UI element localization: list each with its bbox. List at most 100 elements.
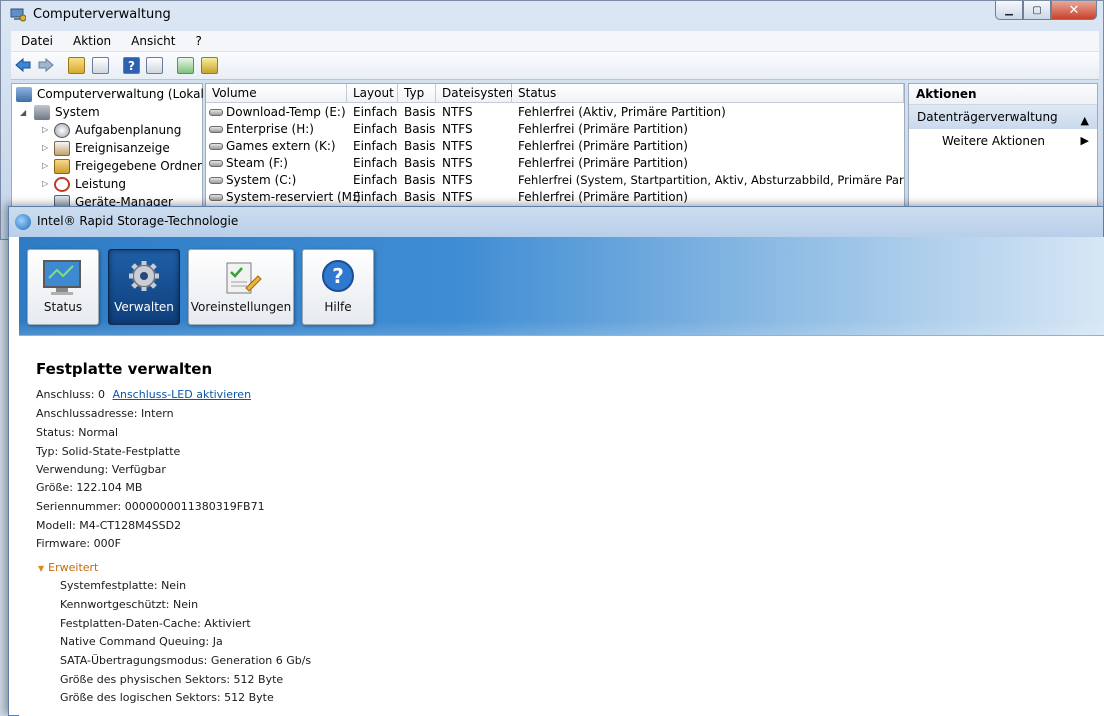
expand-icon[interactable]: ▷ bbox=[42, 143, 48, 152]
rst-window-title: Intel® Rapid Storage-Technologie bbox=[37, 214, 239, 228]
volume-name: Steam (F:) bbox=[226, 156, 288, 170]
gear-icon bbox=[129, 261, 159, 291]
close-button[interactable]: ✕ bbox=[1051, 1, 1097, 20]
column-header-filesystem[interactable]: Dateisystem bbox=[436, 84, 517, 103]
rst-window: Intel® Rapid Storage-Technologie Status bbox=[8, 206, 1104, 716]
drive-icon bbox=[209, 126, 223, 133]
property-status: Status: Normal bbox=[36, 426, 119, 439]
rst-titlebar[interactable]: Intel® Rapid Storage-Technologie bbox=[9, 207, 1103, 237]
tree-item-shared-folders[interactable]: Freigegebene Ordner bbox=[54, 157, 202, 175]
port-label: Anschluss: 0 bbox=[36, 388, 105, 401]
cv-menubar: Datei Aktion Ansicht ? bbox=[11, 31, 1099, 51]
nav-preferences-button[interactable]: Voreinstellungen bbox=[188, 249, 294, 325]
volume-status: Fehlerfrei (Primäre Partition) bbox=[518, 122, 688, 136]
table-row[interactable]: Games extern (K:) Einfach Basis NTFS Feh… bbox=[206, 138, 904, 155]
tree-item-system-label: System bbox=[55, 105, 100, 119]
tree-item-system[interactable]: System bbox=[34, 103, 100, 121]
maximize-icon: ▢ bbox=[1032, 4, 1042, 16]
advanced-logical-sector: Größe des logischen Sektors: 512 Byte bbox=[60, 691, 274, 704]
tree-item-label: Ereignisanzeige bbox=[75, 141, 170, 155]
more-actions-item[interactable]: Weitere Aktionen ▶ bbox=[909, 129, 1097, 153]
drive-icon bbox=[209, 194, 223, 201]
close-icon: ✕ bbox=[1068, 2, 1080, 18]
tree-item-event-viewer[interactable]: Ereignisanzeige bbox=[54, 139, 170, 157]
tree-item-task-scheduler[interactable]: Aufgabenplanung bbox=[54, 121, 181, 139]
activate-port-led-link[interactable]: Anschluss-LED aktivieren bbox=[112, 388, 251, 401]
table-row[interactable]: Enterprise (H:) Einfach Basis NTFS Fehle… bbox=[206, 121, 904, 138]
volume-status: Fehlerfrei (Primäre Partition) bbox=[518, 156, 688, 170]
tree-item-label: Aufgabenplanung bbox=[75, 123, 182, 137]
expand-icon[interactable]: ▷ bbox=[42, 125, 48, 134]
advanced-physical-sector: Größe des physischen Sektors: 512 Byte bbox=[60, 673, 284, 686]
maximize-button[interactable]: ▢ bbox=[1023, 1, 1051, 20]
tree-item-label: Leistung bbox=[75, 177, 126, 191]
advanced-system-disk: Systemfestplatte: Nein bbox=[60, 579, 187, 592]
drive-icon bbox=[209, 160, 223, 167]
nav-status-label: Status bbox=[43, 300, 83, 314]
table-row[interactable]: Steam (F:) Einfach Basis NTFS Fehlerfrei… bbox=[206, 155, 904, 172]
tree-item-performance[interactable]: Leistung bbox=[54, 175, 126, 193]
volume-name: System-reserviert (M:) bbox=[226, 190, 361, 204]
menu-aktion[interactable]: Aktion bbox=[63, 34, 121, 48]
advanced-password-protected: Kennwortgeschützt: Nein bbox=[60, 598, 199, 611]
menu-datei[interactable]: Datei bbox=[11, 34, 63, 48]
column-header-volume[interactable]: Volume bbox=[206, 84, 347, 103]
property-usage: Verwendung: Verfügbar bbox=[36, 463, 166, 476]
volume-name: System (C:) bbox=[226, 173, 297, 187]
tree-root-label: Computerverwaltung (Lokal) bbox=[37, 87, 209, 101]
computer-management-icon bbox=[10, 8, 26, 22]
minimize-button[interactable]: ▁ bbox=[995, 1, 1023, 20]
menu-ansicht[interactable]: Ansicht bbox=[121, 34, 185, 48]
volume-type: Basis bbox=[404, 190, 436, 204]
property-firmware: Firmware: 000F bbox=[36, 537, 121, 550]
refresh-icon[interactable] bbox=[177, 57, 194, 74]
manage-disk-panel: Festplatte verwalten Anschluss: 0 Anschl… bbox=[19, 335, 1104, 716]
shared-folder-icon bbox=[54, 158, 70, 174]
show-hide-action-pane-icon[interactable] bbox=[146, 57, 163, 74]
port-row: Anschluss: 0 Anschluss-LED aktivieren bbox=[36, 388, 251, 401]
property-type: Typ: Solid-State-Festplatte bbox=[36, 445, 181, 458]
volume-type: Basis bbox=[404, 156, 436, 170]
menu-help[interactable]: ? bbox=[185, 34, 211, 48]
collapse-icon[interactable]: ◢ bbox=[20, 108, 26, 117]
computer-icon bbox=[16, 86, 32, 102]
nav-manage-button[interactable]: Verwalten bbox=[108, 249, 180, 325]
up-folder-icon[interactable] bbox=[68, 57, 85, 74]
expand-icon[interactable]: ▷ bbox=[42, 161, 48, 170]
tree-root[interactable]: Computerverwaltung (Lokal) bbox=[16, 85, 209, 103]
table-row[interactable]: Download-Temp (E:) Einfach Basis NTFS Fe… bbox=[206, 104, 904, 121]
actions-section-disk-management[interactable]: Datenträgerverwaltung ▲ bbox=[909, 105, 1097, 129]
table-row[interactable]: System (C:) Einfach Basis NTFS Fehlerfre… bbox=[206, 172, 904, 189]
expand-down-icon: ▼ bbox=[38, 564, 45, 573]
svg-text:?: ? bbox=[332, 264, 344, 288]
column-header-type[interactable]: Typ bbox=[398, 84, 436, 103]
help-icon[interactable]: ? bbox=[123, 57, 140, 74]
advanced-toggle[interactable]: ▼ Erweitert bbox=[38, 561, 98, 574]
volume-filesystem: NTFS bbox=[442, 105, 473, 119]
performance-icon bbox=[54, 176, 70, 192]
column-header-status[interactable]: Status bbox=[512, 84, 904, 103]
nav-manage-label: Verwalten bbox=[114, 300, 174, 314]
advanced-ncq: Native Command Queuing: Ja bbox=[60, 635, 223, 648]
volume-filesystem: NTFS bbox=[442, 139, 473, 153]
tools-icon bbox=[34, 104, 50, 120]
expand-icon[interactable]: ▷ bbox=[42, 179, 48, 188]
volume-name: Games extern (K:) bbox=[226, 139, 336, 153]
volume-type: Basis bbox=[404, 122, 436, 136]
forward-arrow-icon[interactable] bbox=[37, 57, 55, 73]
back-arrow-icon[interactable] bbox=[14, 57, 32, 73]
page-title: Festplatte verwalten bbox=[36, 360, 213, 378]
volume-filesystem: NTFS bbox=[442, 190, 473, 204]
volume-layout: Einfach bbox=[353, 156, 398, 170]
volume-type: Basis bbox=[404, 105, 436, 119]
column-header-layout[interactable]: Layout bbox=[347, 84, 398, 103]
nav-help-button[interactable]: ? Hilfe bbox=[302, 249, 374, 325]
properties-icon[interactable] bbox=[201, 57, 218, 74]
show-hide-tree-icon[interactable] bbox=[92, 57, 109, 74]
volume-status: Fehlerfrei (Primäre Partition) bbox=[518, 139, 688, 153]
nav-status-button[interactable]: Status bbox=[27, 249, 99, 325]
cv-toolbar: ? bbox=[11, 52, 1099, 80]
table-row[interactable]: System-reserviert (M:) Einfach Basis NTF… bbox=[206, 189, 904, 206]
cv-titlebar[interactable]: Computerverwaltung ▁ ▢ ✕ bbox=[1, 1, 1103, 31]
volume-type: Basis bbox=[404, 173, 436, 187]
